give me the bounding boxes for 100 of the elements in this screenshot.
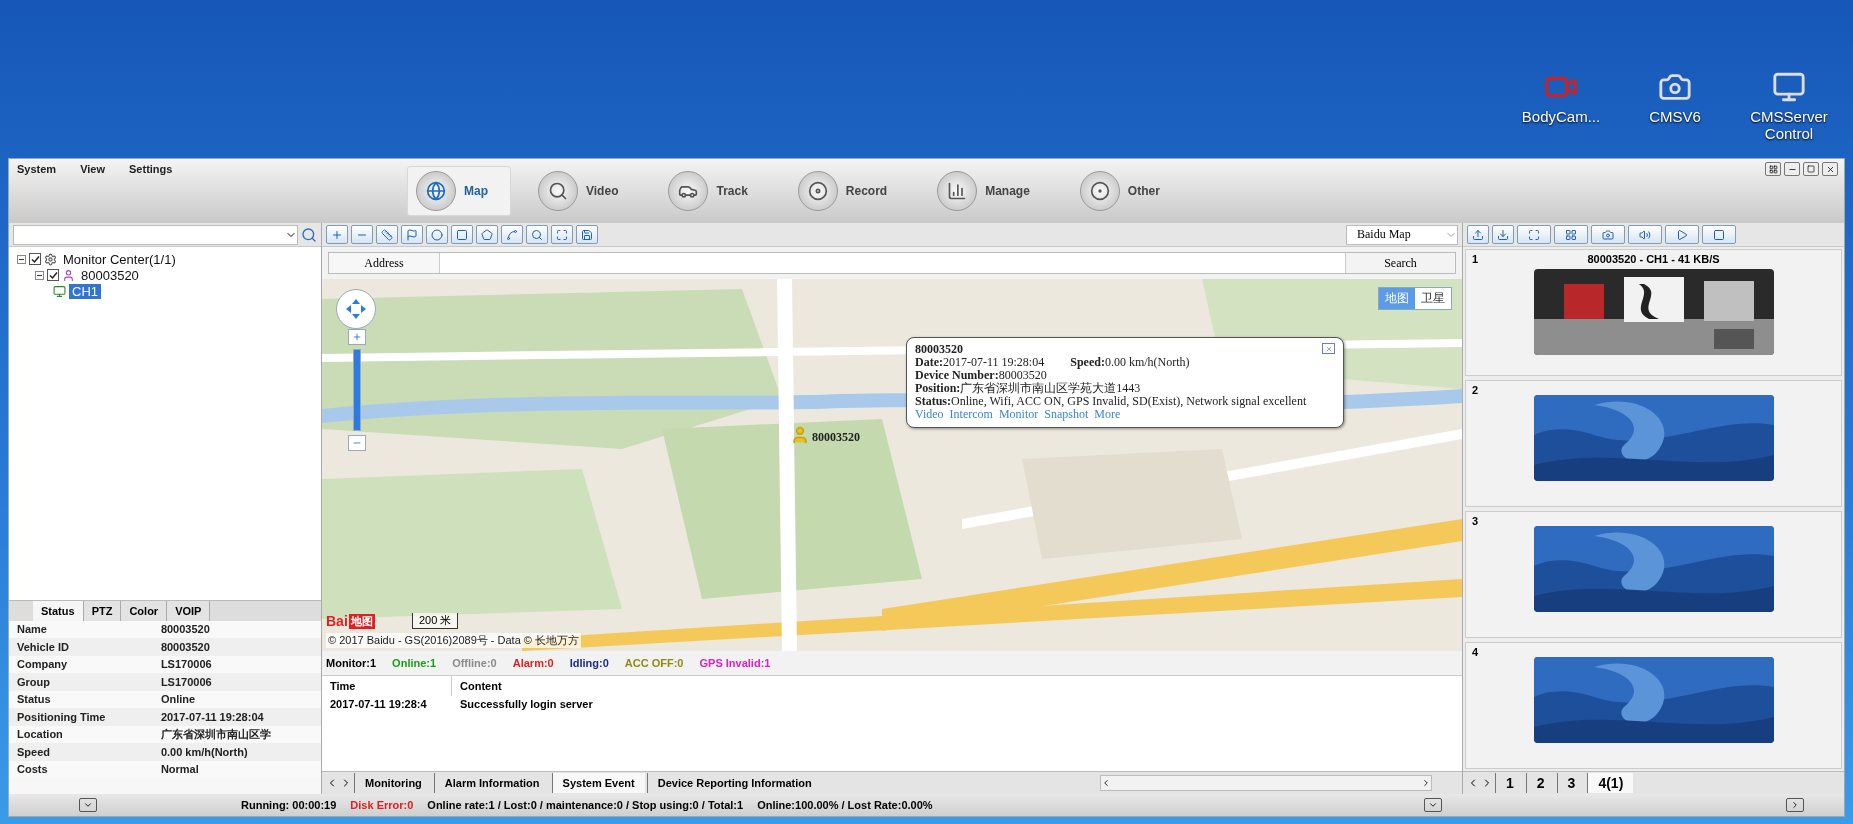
- play-button[interactable]: [1665, 225, 1699, 244]
- car-icon: [668, 171, 709, 211]
- person-marker-icon[interactable]: [790, 425, 810, 445]
- camera-button[interactable]: [1591, 225, 1625, 244]
- maximize-button[interactable]: [1803, 162, 1819, 176]
- zoom-track[interactable]: [353, 349, 361, 431]
- dropdown-icon[interactable]: [79, 798, 97, 812]
- curve-button[interactable]: [501, 225, 523, 244]
- page-tab[interactable]: 1: [1495, 773, 1524, 793]
- table-cell-text: Successfully login server: [459, 697, 593, 712]
- field-value: 2017-07-11 19:28:04: [159, 710, 265, 723]
- nav-tab[interactable]: Video: [529, 166, 642, 216]
- camera-icon: [1602, 228, 1614, 241]
- zoom-in-button[interactable]: [348, 329, 366, 345]
- tree-item[interactable]: CH1: [69, 283, 101, 299]
- search-button[interactable]: [526, 225, 548, 244]
- tab[interactable]: Device Reporting Information: [646, 773, 822, 793]
- menu-item[interactable]: View: [80, 163, 105, 175]
- search-icon: [531, 228, 543, 241]
- menu-item[interactable]: Settings: [129, 163, 173, 175]
- search-icon[interactable]: [301, 226, 317, 243]
- popup-link[interactable]: Snapshot: [1044, 408, 1089, 421]
- square-button[interactable]: [451, 225, 473, 244]
- field-value: Normal: [159, 763, 200, 776]
- tree-item[interactable]: Monitor Center(1/1): [60, 251, 179, 267]
- collapse-icon[interactable]: [17, 254, 26, 264]
- curve-icon: [506, 228, 518, 241]
- fullscreen-button[interactable]: [551, 225, 573, 244]
- save-button[interactable]: [576, 225, 598, 244]
- nav-tab[interactable]: Manage: [928, 166, 1053, 216]
- video-tile[interactable]: 2: [1465, 380, 1842, 507]
- column-header: Time: [322, 676, 452, 696]
- zoom-out-button[interactable]: [351, 225, 373, 244]
- popup-link[interactable]: Intercom: [949, 408, 993, 421]
- zoom-out-button[interactable]: [348, 435, 366, 451]
- gear-icon: [44, 252, 57, 266]
- tab[interactable]: PTZ: [83, 600, 122, 621]
- ruler-button[interactable]: [376, 225, 398, 244]
- circle-icon: [431, 228, 443, 241]
- page-tab[interactable]: 4(1): [1587, 773, 1634, 793]
- download-icon: [1497, 228, 1509, 241]
- fullscreen-button[interactable]: [1517, 225, 1551, 244]
- status-text: Online:100.00% / Lost Rate:0.00%: [757, 799, 933, 811]
- popup-link[interactable]: Monitor: [998, 408, 1039, 421]
- tab[interactable]: System Event: [551, 773, 645, 793]
- popup-field: Device Number:80003520: [915, 369, 1047, 382]
- nav-tab[interactable]: Track: [659, 166, 771, 216]
- field-value: 80003520: [159, 640, 211, 653]
- polygon-button[interactable]: [476, 225, 498, 244]
- upload-button[interactable]: [1467, 225, 1489, 244]
- scrollbar[interactable]: [1100, 775, 1432, 791]
- tab[interactable]: Alarm Information: [433, 773, 550, 793]
- arrow-left-icon: [1101, 778, 1111, 788]
- field-value: Online: [159, 693, 197, 706]
- desktop-icon-label[interactable]: CMSV6: [1649, 108, 1701, 125]
- logo-text: Bai: [326, 613, 348, 629]
- nav-tab[interactable]: Record: [788, 166, 911, 216]
- collapse-icon[interactable]: [35, 270, 44, 280]
- play-icon[interactable]: [1786, 798, 1804, 812]
- popup-field: Status:Online, Wifi, ACC ON, GPS Invalid, SD(Exist), Network signal excellent: [915, 395, 1307, 408]
- zoom-in-button[interactable]: [326, 225, 348, 244]
- count-label: Idling:0: [569, 657, 609, 669]
- tree-item[interactable]: 80003520: [78, 267, 142, 283]
- flag-button[interactable]: [401, 225, 423, 244]
- popup-link[interactable]: Video: [915, 408, 944, 421]
- popup-field: Position:广东省深圳市南山区学苑大道1443: [915, 382, 1141, 395]
- dropdown-icon[interactable]: [1424, 798, 1442, 812]
- arrow-right-icon: [1421, 778, 1431, 788]
- video-tile[interactable]: 4: [1465, 642, 1842, 769]
- popup-link[interactable]: More: [1094, 408, 1121, 421]
- field-value: 80003520: [159, 623, 211, 636]
- tab[interactable]: VOIP: [167, 600, 211, 621]
- grid-button[interactable]: [1554, 225, 1588, 244]
- map-provider-select[interactable]: Baidu Map: [1346, 224, 1458, 245]
- speaker-button[interactable]: [1628, 225, 1662, 244]
- close-button[interactable]: [1822, 162, 1838, 176]
- layout-button[interactable]: [1765, 162, 1781, 176]
- video-tile[interactable]: 3: [1465, 511, 1842, 638]
- page-tab[interactable]: 2: [1525, 773, 1555, 793]
- download-button[interactable]: [1492, 225, 1514, 244]
- tab[interactable]: Monitoring: [354, 773, 432, 793]
- minimize-button[interactable]: [1784, 162, 1800, 176]
- field-label: Status: [16, 693, 52, 706]
- nav-tab[interactable]: Other: [1070, 166, 1183, 216]
- monitor-icon[interactable]: [1772, 70, 1806, 104]
- video-tile[interactable]: 1 80003520 - CH1 - 41 KB/S: [1465, 249, 1842, 376]
- circle-button[interactable]: [426, 225, 448, 244]
- checkbox[interactable]: [29, 253, 41, 265]
- status-text: Running: 00:00:19: [241, 799, 337, 811]
- page-tab[interactable]: 3: [1556, 773, 1586, 793]
- tab[interactable]: Color: [121, 600, 168, 621]
- device-search-field[interactable]: [13, 224, 298, 245]
- desktop-icon-label[interactable]: BodyCam...: [1521, 108, 1601, 125]
- nav-tab[interactable]: Map: [407, 166, 511, 216]
- desktop-icon-label[interactable]: CMSServer Control: [1739, 108, 1839, 142]
- checkbox[interactable]: [47, 269, 59, 281]
- stop-button[interactable]: [1702, 225, 1736, 244]
- menu-item[interactable]: System: [17, 163, 57, 175]
- play-icon: [1676, 228, 1688, 241]
- tab[interactable]: Status: [33, 600, 84, 621]
